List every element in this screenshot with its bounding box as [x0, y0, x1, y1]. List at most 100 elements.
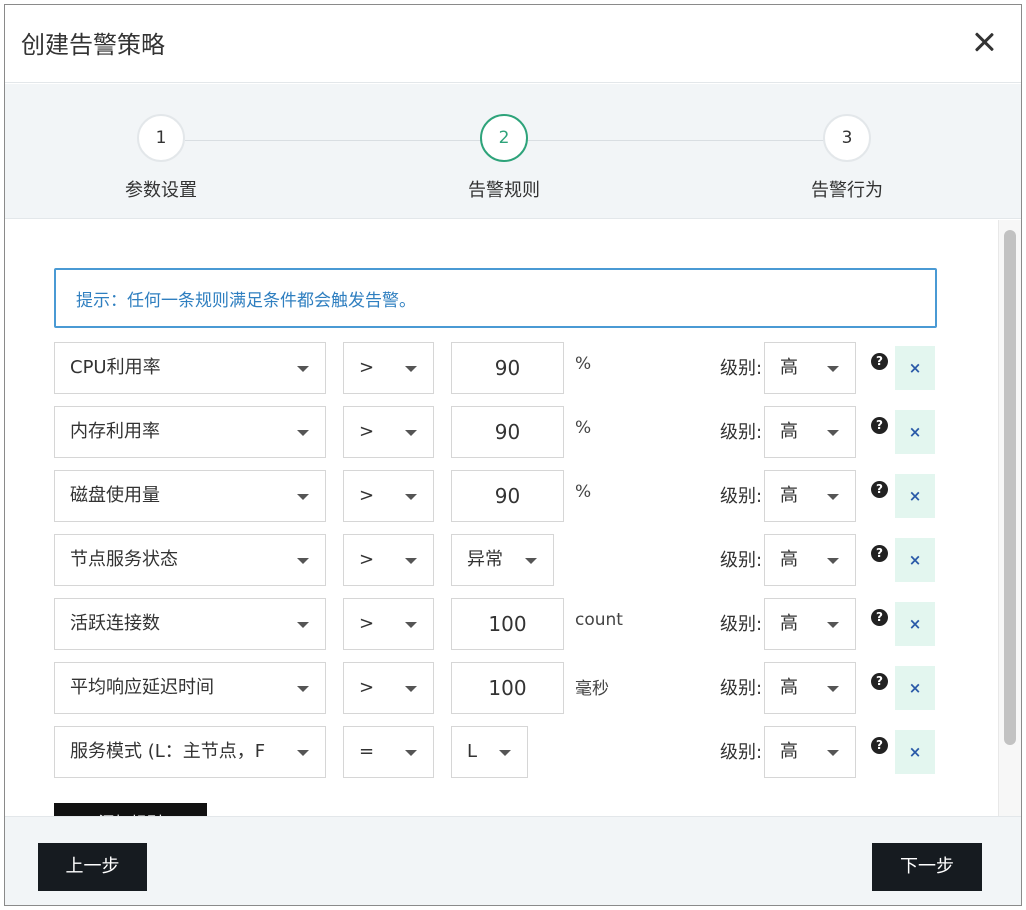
level-label: 级别: — [720, 422, 763, 443]
threshold-input[interactable]: 100 — [451, 598, 564, 650]
unit-label: % — [575, 418, 592, 438]
level-select[interactable]: 高 — [764, 598, 856, 650]
threshold-input[interactable]: 90 — [451, 470, 564, 522]
threshold-input[interactable]: 100 — [451, 662, 564, 714]
stepper: 1 参数设置 2 告警规则 3 告警行为 — [5, 84, 1021, 219]
chevron-down-icon — [297, 494, 309, 500]
level-value: 高 — [780, 741, 798, 762]
prev-step-button[interactable]: 上一步 — [38, 843, 147, 891]
step-number: 3 — [823, 114, 871, 162]
chevron-down-icon — [827, 430, 839, 436]
question-icon[interactable]: ? — [871, 609, 888, 626]
scrollbar[interactable] — [998, 220, 1021, 816]
level-label: 级别: — [720, 550, 763, 571]
level-select[interactable]: 高 — [764, 534, 856, 586]
next-step-button[interactable]: 下一步 — [872, 843, 982, 891]
question-icon[interactable]: ? — [871, 417, 888, 434]
operator-value: > — [359, 357, 375, 378]
level-value: 高 — [780, 677, 798, 698]
level-select[interactable]: 高 — [764, 342, 856, 394]
metric-value: 平均响应延迟时间 — [70, 677, 214, 698]
mode-select[interactable]: L — [451, 726, 528, 778]
delete-rule-button[interactable]: × — [895, 346, 935, 390]
delete-rule-button[interactable]: × — [895, 602, 935, 646]
chevron-down-icon — [297, 558, 309, 564]
chevron-down-icon — [499, 750, 511, 756]
metric-select[interactable]: 内存利用率 — [54, 406, 326, 458]
delete-rule-button[interactable]: × — [895, 730, 935, 774]
level-select[interactable]: 高 — [764, 406, 856, 458]
x-icon: × — [908, 423, 922, 441]
status-select[interactable]: 异常 — [451, 534, 554, 586]
metric-select[interactable]: 磁盘使用量 — [54, 470, 326, 522]
level-select[interactable]: 高 — [764, 470, 856, 522]
chevron-down-icon — [405, 686, 417, 692]
operator-value: > — [359, 485, 375, 506]
operator-select[interactable]: > — [343, 406, 434, 458]
close-icon[interactable] — [973, 31, 995, 53]
rule-row: 服务模式 (L：主节点，F = L 级别: 高 ? × — [54, 726, 937, 778]
delete-rule-button[interactable]: × — [895, 410, 935, 454]
operator-select[interactable]: > — [343, 470, 434, 522]
metric-select[interactable]: CPU利用率 — [54, 342, 326, 394]
rule-row: 节点服务状态 > 异常 级别: 高 ? × — [54, 534, 937, 586]
threshold-input[interactable]: 90 — [451, 342, 564, 394]
operator-select[interactable]: > — [343, 534, 434, 586]
step-label: 参数设置 — [125, 180, 197, 201]
chevron-down-icon — [297, 622, 309, 628]
rule-row: 内存利用率 > 90 % 级别: 高 ? × — [54, 406, 937, 458]
metric-value: CPU利用率 — [70, 357, 161, 378]
operator-select[interactable]: > — [343, 598, 434, 650]
step-1: 1 参数设置 — [81, 114, 241, 202]
unit-label: % — [575, 354, 592, 374]
level-value: 高 — [780, 357, 798, 378]
scrollbar-thumb[interactable] — [1004, 230, 1016, 745]
rule-row: CPU利用率 > 90 % 级别: 高 ? × — [54, 342, 937, 394]
delete-rule-button[interactable]: × — [895, 538, 935, 582]
question-icon[interactable]: ? — [871, 673, 888, 690]
unit-label: 毫秒 — [575, 679, 609, 699]
step-label: 告警行为 — [811, 180, 883, 201]
rule-row: 平均响应延迟时间 > 100 毫秒 级别: 高 ? × — [54, 662, 937, 714]
x-icon: × — [908, 551, 922, 569]
level-select[interactable]: 高 — [764, 726, 856, 778]
chevron-down-icon — [405, 430, 417, 436]
chevron-down-icon — [405, 622, 417, 628]
level-label: 级别: — [720, 614, 763, 635]
x-icon: × — [908, 679, 922, 697]
add-rule-button[interactable]: 添加规则 — [54, 803, 207, 816]
question-icon[interactable]: ? — [871, 545, 888, 562]
level-label: 级别: — [720, 486, 763, 507]
metric-select[interactable]: 服务模式 (L：主节点，F — [54, 726, 326, 778]
threshold-input[interactable]: 90 — [451, 406, 564, 458]
step-number: 1 — [137, 114, 185, 162]
level-value: 高 — [780, 485, 798, 506]
delete-rule-button[interactable]: × — [895, 474, 935, 518]
operator-select[interactable]: > — [343, 342, 434, 394]
chevron-down-icon — [297, 686, 309, 692]
delete-rule-button[interactable]: × — [895, 666, 935, 710]
chevron-down-icon — [405, 558, 417, 564]
operator-value: > — [359, 549, 375, 570]
question-icon[interactable]: ? — [871, 353, 888, 370]
question-icon[interactable]: ? — [871, 737, 888, 754]
metric-select[interactable]: 节点服务状态 — [54, 534, 326, 586]
chevron-down-icon — [827, 494, 839, 500]
chevron-down-icon — [405, 750, 417, 756]
dialog-header: 创建告警策略 — [5, 5, 1021, 83]
question-icon[interactable]: ? — [871, 481, 888, 498]
operator-select[interactable]: = — [343, 726, 434, 778]
step-2: 2 告警规则 — [424, 114, 584, 202]
level-label: 级别: — [720, 358, 763, 379]
metric-select[interactable]: 活跃连接数 — [54, 598, 326, 650]
metric-value: 活跃连接数 — [70, 613, 160, 634]
operator-select[interactable]: > — [343, 662, 434, 714]
mode-value: L — [467, 741, 478, 762]
level-label: 级别: — [720, 742, 763, 763]
operator-value: > — [359, 421, 375, 442]
chevron-down-icon — [827, 558, 839, 564]
metric-select[interactable]: 平均响应延迟时间 — [54, 662, 326, 714]
x-icon: × — [908, 615, 922, 633]
level-select[interactable]: 高 — [764, 662, 856, 714]
x-icon: × — [908, 359, 922, 377]
